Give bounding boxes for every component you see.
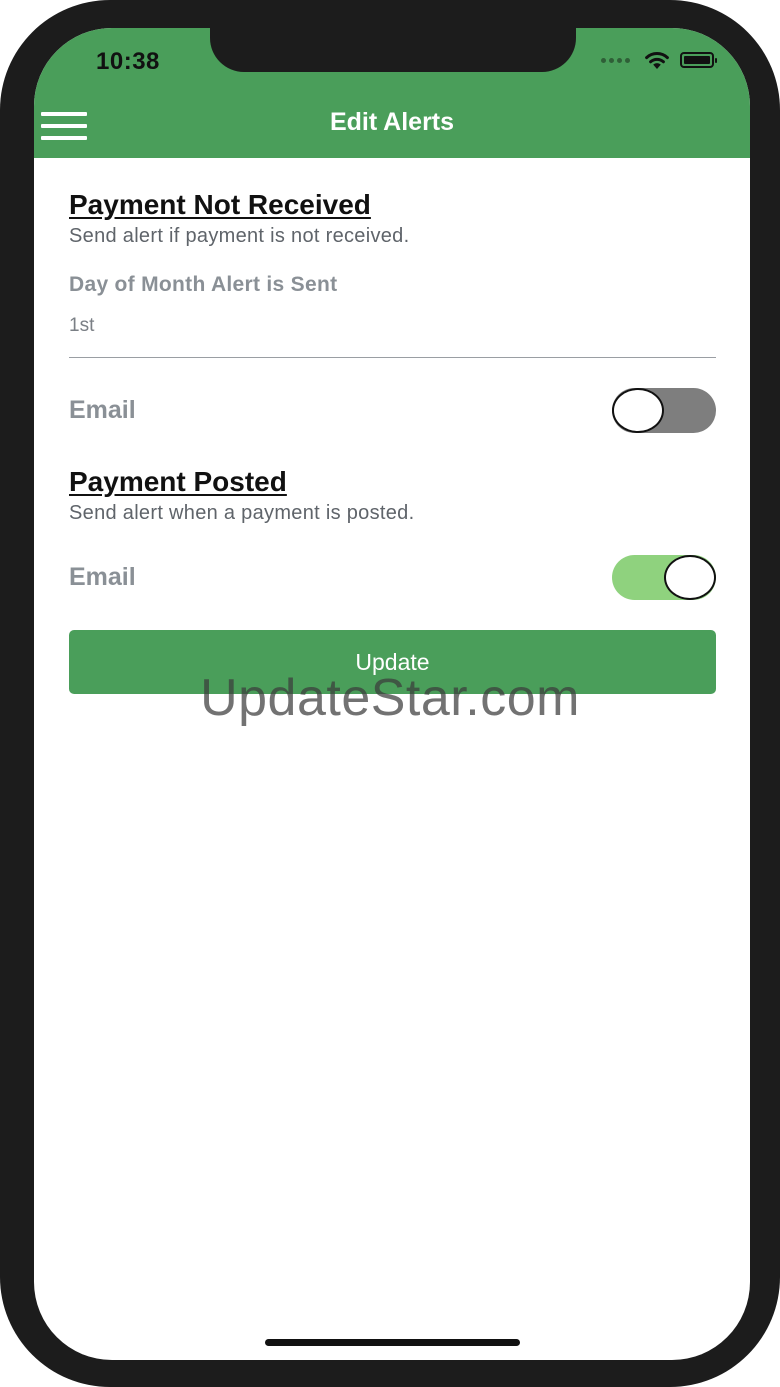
- home-indicator[interactable]: [265, 1339, 520, 1346]
- battery-icon: [680, 52, 717, 68]
- header-bar: 10:38 Edit Alerts: [34, 28, 750, 158]
- email-toggle-row: Email: [69, 555, 716, 600]
- email-toggle-switch[interactable]: [612, 388, 716, 433]
- update-button[interactable]: Update: [69, 630, 716, 694]
- section-title: Payment Not Received: [69, 189, 371, 220]
- wifi-icon: [645, 52, 669, 69]
- day-of-month-label: Day of Month Alert is Sent: [69, 273, 338, 296]
- device-notch: [210, 28, 576, 72]
- alerts-form: Payment Not Received Send alert if payme…: [69, 188, 716, 694]
- email-toggle-row: Email: [69, 388, 716, 433]
- section-payment-posted: Payment Posted Send alert when a payment…: [69, 465, 716, 600]
- signal-dots-icon: [601, 57, 630, 63]
- section-title: Payment Posted: [69, 466, 287, 497]
- app-screen: 10:38 Edit Alerts Payment Not Received S…: [34, 28, 750, 1360]
- phone-frame: 10:38 Edit Alerts Payment Not Received S…: [0, 0, 780, 1387]
- email-toggle-switch[interactable]: [612, 555, 716, 600]
- status-time: 10:38: [96, 48, 160, 75]
- section-payment-not-received: Payment Not Received Send alert if payme…: [69, 188, 716, 433]
- section-description: Send alert when a payment is posted.: [69, 502, 415, 524]
- section-description: Send alert if payment is not received.: [69, 225, 410, 247]
- email-toggle-label: Email: [69, 396, 136, 424]
- toggle-knob: [664, 555, 716, 600]
- email-toggle-label: Email: [69, 563, 136, 591]
- day-of-month-field[interactable]: 1st: [69, 314, 716, 358]
- toggle-knob: [612, 388, 664, 433]
- status-icons: [601, 50, 717, 70]
- page-title: Edit Alerts: [329, 108, 455, 136]
